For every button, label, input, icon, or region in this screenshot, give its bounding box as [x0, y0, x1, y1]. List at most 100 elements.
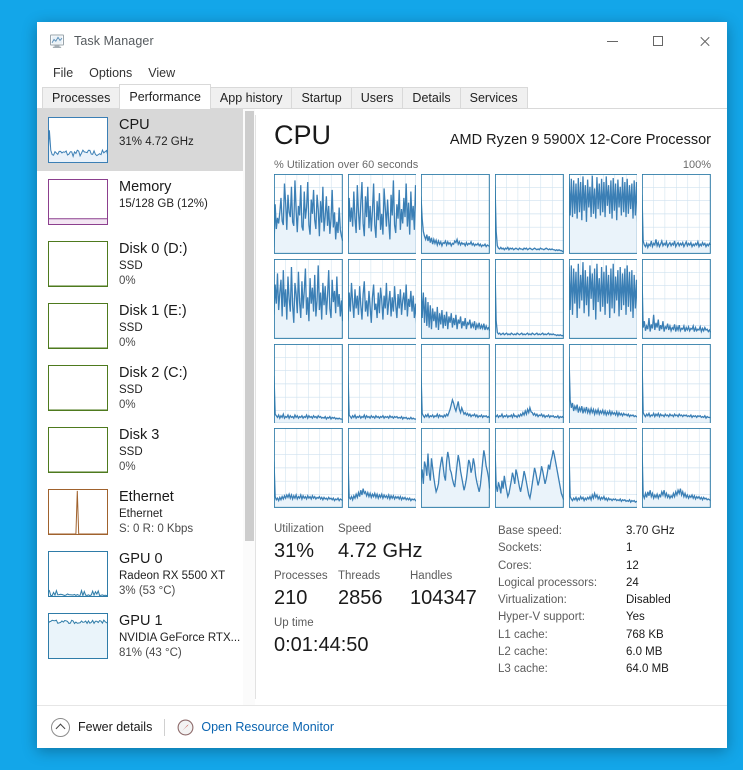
cpu-core-graph[interactable] — [494, 174, 564, 254]
sidebar-item-disk-2-c[interactable]: Disk 2 (C:) SSD 0% — [37, 357, 255, 419]
cpu-core-graph[interactable] — [421, 174, 490, 254]
sidebar-item-text: Disk 3 SSD 0% — [119, 426, 159, 475]
menu-options[interactable]: Options — [81, 64, 140, 82]
cpu-core-graph[interactable] — [494, 258, 564, 339]
resource-sidebar[interactable]: CPU 31% 4.72 GHz Memory 15/128 GB (12%) Disk… — [37, 109, 255, 705]
sidebar-thumbnail-graph — [48, 179, 108, 225]
cpu-core-graph[interactable] — [642, 174, 711, 254]
task-manager-window: Task Manager File Options View Processes… — [37, 22, 727, 748]
sidebar-item-gpu-0[interactable]: GPU 0 Radeon RX 5500 XT 3% (53 °C) — [37, 543, 255, 605]
stat-speed-label: Speed — [338, 523, 372, 535]
cpu-detail-label: Base speed: — [498, 525, 562, 537]
tab-details[interactable]: Details — [402, 87, 461, 108]
sidebar-thumbnail-graph — [48, 427, 108, 473]
cpu-detail-value: 12 — [626, 559, 639, 572]
cpu-detail-panel: CPU AMD Ryzen 9 5900X 12-Core Processor … — [256, 109, 727, 705]
cpu-detail-label: Sockets: — [498, 542, 543, 555]
cpu-core-graph[interactable] — [347, 174, 417, 254]
cpu-detail-row: Base speed: 3.70 GHz — [498, 523, 711, 540]
cpu-detail-label: L3 cache: — [498, 663, 548, 676]
maximize-icon — [653, 36, 663, 46]
cpu-core-graph[interactable] — [568, 174, 638, 254]
tab-app-history[interactable]: App history — [209, 87, 293, 108]
menu-view[interactable]: View — [140, 64, 183, 82]
cpu-core-graph[interactable] — [494, 428, 564, 508]
chevron-up-icon — [51, 717, 70, 737]
cpu-core-graph[interactable] — [274, 428, 343, 508]
cpu-core-graph[interactable] — [274, 174, 343, 254]
sidebar-item-text: Disk 0 (D:) SSD 0% — [119, 240, 187, 289]
cpu-stats: Utilization 31% Speed 4.72 GHz Processes — [274, 521, 711, 679]
cpu-core-graph[interactable] — [347, 343, 417, 424]
cpu-detail-row: Cores: 12 — [498, 558, 711, 575]
cpu-core-graph[interactable] — [568, 258, 638, 339]
sidebar-thumbnail-graph — [48, 117, 108, 163]
close-button[interactable] — [681, 22, 727, 60]
tab-services[interactable]: Services — [459, 87, 528, 108]
sidebar-item-label: Disk 2 (C:) — [119, 365, 188, 381]
sidebar-item-memory[interactable]: Memory 15/128 GB (12%) — [37, 171, 255, 233]
cpu-core-graph[interactable] — [274, 258, 343, 339]
sidebar-item-status: 0% — [119, 275, 136, 287]
footer-separator — [164, 718, 166, 736]
tab-performance[interactable]: Performance — [119, 84, 211, 109]
chart-xaxis-label: % Utilization over 60 seconds — [274, 159, 419, 171]
cpu-core-graph[interactable] — [568, 343, 638, 424]
sidebar-item-disk-3[interactable]: Disk 3 SSD 0% — [37, 419, 255, 481]
cpu-core-graph[interactable] — [642, 258, 711, 339]
stats-row-2: Processes 210 Threads 2856 Handles 10434… — [274, 568, 498, 612]
cpu-detail-value: 64.0 MB — [626, 663, 669, 676]
cpu-core-graph[interactable] — [274, 343, 343, 424]
cpu-detail-value: 24 — [626, 576, 639, 589]
sidebar-thumbnail-graph — [48, 489, 108, 535]
minimize-button[interactable] — [589, 22, 635, 60]
sidebar-item-cpu[interactable]: CPU 31% 4.72 GHz — [37, 109, 255, 171]
open-resource-monitor-link[interactable]: Open Resource Monitor — [177, 719, 334, 736]
sidebar-thumbnail-graph — [48, 241, 108, 287]
tab-processes[interactable]: Processes — [42, 87, 121, 108]
sidebar-scrollbar-thumb[interactable] — [245, 111, 254, 541]
minimize-icon — [606, 40, 618, 42]
tab-startup[interactable]: Startup — [291, 87, 352, 108]
cpu-core-graph[interactable] — [421, 343, 490, 424]
menu-bar: File Options View — [37, 60, 727, 85]
maximize-button[interactable] — [635, 22, 681, 60]
sidebar-thumbnail-graph — [48, 303, 108, 349]
sidebar-item-gpu-1[interactable]: GPU 1 NVIDIA GeForce RTX... 81% (43 °C) — [37, 605, 255, 667]
cpu-detail-row: Virtualization: Disabled — [498, 592, 711, 609]
sidebar-item-subtitle: SSD — [119, 384, 143, 396]
cpu-core-graph[interactable] — [494, 343, 564, 424]
cpu-detail-label: Virtualization: — [498, 594, 567, 607]
sidebar-item-status: 3% (53 °C) — [119, 585, 176, 597]
cpu-core-graph[interactable] — [568, 428, 638, 508]
menu-file[interactable]: File — [45, 64, 81, 82]
fewer-details-button[interactable]: Fewer details — [51, 717, 152, 737]
page-title: CPU — [274, 120, 332, 150]
sidebar-thumbnail-graph — [48, 365, 108, 411]
desktop-background: Task Manager File Options View Processes… — [0, 0, 743, 770]
sidebar-scrollbar[interactable] — [243, 109, 255, 705]
logical-processor-grid[interactable] — [274, 174, 711, 508]
cpu-panel-header: CPU AMD Ryzen 9 5900X 12-Core Processor — [274, 119, 711, 151]
cpu-core-graph[interactable] — [642, 428, 711, 508]
stat-speed: Speed 4.72 GHz — [338, 521, 422, 565]
sidebar-item-disk-1-e[interactable]: Disk 1 (E:) SSD 0% — [37, 295, 255, 357]
cpu-detail-row: Sockets: 1 — [498, 540, 711, 557]
stat-threads-label: Threads — [338, 570, 381, 582]
sidebar-item-disk-0-d[interactable]: Disk 0 (D:) SSD 0% — [37, 233, 255, 295]
cpu-core-graph[interactable] — [347, 258, 417, 339]
cpu-detail-value: 1 — [626, 542, 633, 555]
stat-processes-value: 210 — [274, 587, 308, 609]
stat-threads: Threads 2856 — [338, 568, 410, 612]
cpu-core-graph[interactable] — [347, 428, 417, 508]
tab-users[interactable]: Users — [350, 87, 404, 108]
cpu-detail-value: Disabled — [626, 594, 671, 607]
sidebar-item-status: 0% — [119, 399, 136, 411]
cpu-core-graph[interactable] — [642, 343, 711, 424]
sidebar-item-subtitle: 31% 4.72 GHz — [119, 136, 194, 148]
cpu-core-graph[interactable] — [421, 428, 490, 508]
sidebar-item-ethernet[interactable]: Ethernet Ethernet S: 0 R: 0 Kbps — [37, 481, 255, 543]
stat-handles-value: 104347 — [410, 587, 477, 609]
stat-uptime-label: Up time — [274, 617, 314, 629]
cpu-core-graph[interactable] — [421, 258, 490, 339]
